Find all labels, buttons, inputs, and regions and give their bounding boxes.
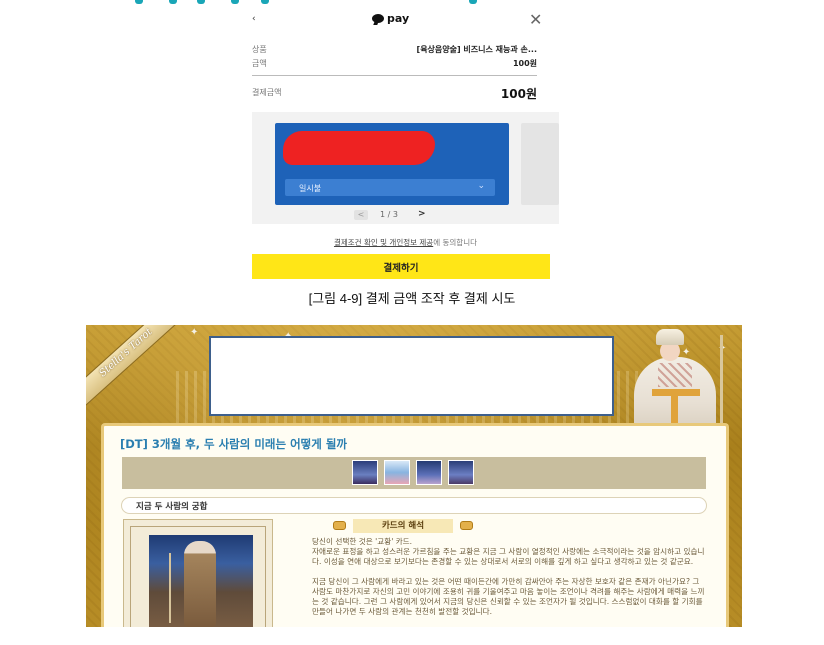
tarot-card-thumb[interactable] xyxy=(448,460,474,485)
pay-logo-text: pay xyxy=(387,12,410,25)
amount-value: 100원 xyxy=(512,59,537,68)
figure-caption: [그림 4-9] 결제 금액 조작 후 결제 시도 xyxy=(308,291,516,306)
queen-robe-pattern xyxy=(658,363,692,387)
interpretation-text: 카드의 해석 xyxy=(353,519,453,533)
redaction-box xyxy=(209,336,614,416)
section-heading: 지금 두 사람의 궁합 xyxy=(121,497,707,514)
tarot-card-thumb[interactable] xyxy=(384,460,410,485)
chevron-down-icon: ⌄ xyxy=(477,181,485,191)
product-name: [육상음양술] 비즈니스 재능과 손... xyxy=(416,45,537,54)
kakao-pay-screenshot: ‹ pay ✕ 상품 [육상음양술] 비즈니스 재능과 손... 금액 100원… xyxy=(252,8,559,282)
reading-panel: [DT] 3개월 후, 두 사람의 미래는 어떻게 될까 지금 두 사람의 궁합… xyxy=(101,423,729,627)
tarot-card-thumb[interactable] xyxy=(352,460,378,485)
document-page: ‹ pay ✕ 상품 [육상음양술] 비즈니스 재능과 손... 금액 100원… xyxy=(0,0,824,645)
pager-next-button[interactable]: > xyxy=(418,209,426,219)
queen-belt-drop xyxy=(671,395,678,425)
hierophant-card-image xyxy=(149,535,253,627)
amount-key: 금액 xyxy=(252,59,267,68)
gem-icon xyxy=(460,521,473,530)
queen-staff xyxy=(720,335,723,430)
reading-title: [DT] 3개월 후, 두 사람의 미래는 어떻게 될까 xyxy=(120,437,347,451)
queen-illustration xyxy=(616,325,742,435)
card-figure xyxy=(184,541,216,627)
interpretation-label: 카드의 해석 xyxy=(333,519,473,533)
terms-link[interactable]: 결제조건 확인 및 개인정보 제공 xyxy=(334,238,433,247)
pager-indicator: 1 / 3 xyxy=(380,210,398,219)
pay-header: ‹ pay ✕ xyxy=(252,8,559,30)
bird-icon: ✦ xyxy=(190,327,199,338)
queen-crown xyxy=(656,329,684,345)
tarot-screenshot: Stella's Tarot ✦ ✦ ✦ ✦ [DT] 3개월 후, 두 사람의… xyxy=(86,325,742,627)
redacted-card-info xyxy=(283,131,435,165)
interpretation-paragraph-1: 당신이 선택한 것은 '교황' 카드. 자애로운 표정을 하고 성스러운 가르침… xyxy=(312,537,705,566)
card-carousel: 일시불 ⌄ < 1 / 3 > xyxy=(252,112,559,224)
tarot-card-thumb[interactable] xyxy=(416,460,442,485)
installment-value: 일시불 xyxy=(299,184,322,193)
pay-button[interactable]: 결제하기 xyxy=(252,254,550,279)
chat-bubble-icon xyxy=(372,14,384,23)
product-key: 상품 xyxy=(252,45,267,54)
close-icon[interactable]: ✕ xyxy=(529,10,542,29)
interpretation-paragraph-2: 지금 당신이 그 사람에게 바라고 있는 것은 어떤 때이든간에 가만히 감싸안… xyxy=(312,577,705,616)
total-key: 결제금액 xyxy=(252,88,282,97)
gem-icon xyxy=(333,521,346,530)
tarot-card-frame xyxy=(123,519,273,627)
top-heading-remnant xyxy=(135,0,477,5)
card-staff xyxy=(169,553,171,623)
kakao-pay-logo: pay xyxy=(372,12,409,25)
total-value: 100원 xyxy=(500,87,537,101)
payment-card[interactable]: 일시불 ⌄ xyxy=(275,123,509,205)
next-card-peek[interactable] xyxy=(521,123,559,205)
selected-cards-strip xyxy=(122,457,706,489)
pager-prev-button[interactable]: < xyxy=(354,210,368,220)
back-icon[interactable]: ‹ xyxy=(252,14,256,24)
pay-divider xyxy=(252,75,537,76)
card-pager: < 1 / 3 > xyxy=(252,209,559,222)
terms-notice: 결제조건 확인 및 개인정보 제공에 동의합니다 xyxy=(252,237,559,248)
terms-rest: 에 동의합니다 xyxy=(433,238,478,247)
installment-select[interactable]: 일시불 ⌄ xyxy=(285,179,495,196)
